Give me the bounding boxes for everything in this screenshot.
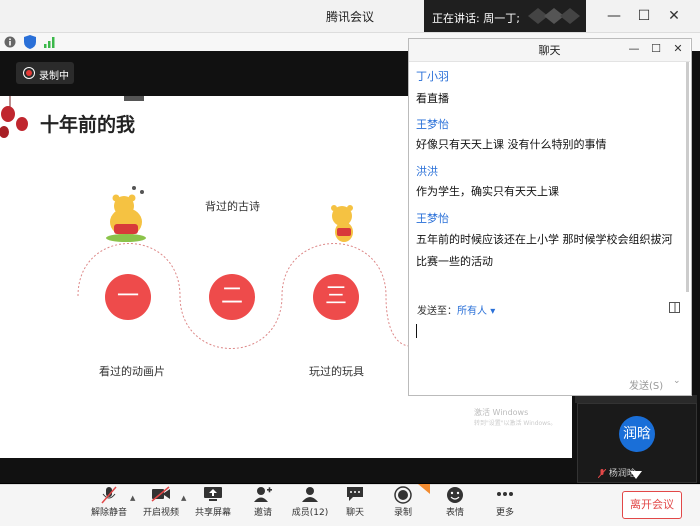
invite-user-icon [248, 486, 278, 506]
expand-down-icon[interactable] [630, 471, 642, 479]
slide-number-1: 一 [105, 274, 151, 320]
chat-sender[interactable]: 丁小羽 [416, 68, 449, 84]
slide-title: 十年前的我 [40, 114, 136, 136]
avatar: 润晗 [619, 416, 655, 452]
members-icon [290, 486, 330, 506]
mic-muted-icon [597, 468, 607, 479]
slide-label-1: 看过的动画片 [99, 365, 165, 378]
speaking-logo-icon [528, 8, 580, 24]
send-to-row: 发送至： 所有人 ▾ [409, 296, 690, 320]
slide-number-3: 三 [313, 274, 359, 320]
leave-meeting-button[interactable]: 离开会议 [622, 491, 682, 519]
send-to-select[interactable]: 所有人 ▾ [457, 302, 495, 317]
record-button[interactable]: 录制 [388, 486, 418, 524]
participant-strip [575, 395, 697, 403]
chat-sender[interactable]: 洪洪 [416, 163, 438, 179]
mute-options-caret[interactable]: ▲ [130, 494, 135, 502]
minimize-button[interactable]: — [604, 6, 624, 26]
app-title: 腾讯会议 [325, 10, 374, 24]
text-cursor [416, 324, 417, 338]
send-row: 发送(S) ⌄ [409, 372, 690, 394]
slide-label-3: 玩过的玩具 [309, 365, 364, 378]
send-button[interactable]: 发送(S) [629, 377, 663, 392]
chat-file-icon[interactable] [669, 302, 681, 314]
speaking-indicator: 正在讲话: 周一丁; [424, 0, 586, 32]
send-to-label: 发送至： [417, 306, 457, 317]
windows-watermark-detail: 转到"设置"以激活 Windows。 [474, 420, 557, 427]
chat-message: 好像只有天天上课 没有什么特别的事情 [416, 138, 607, 151]
more-dots-icon [490, 486, 520, 506]
chevron-down-icon: ▾ [490, 306, 496, 317]
chat-input[interactable] [409, 320, 690, 370]
emoji-icon [440, 486, 470, 506]
chat-message: 五年前的时候应该还在上小学 那时候学校会组织拔河比赛一些的活动 [416, 233, 673, 268]
slide-number-2: 二 [209, 274, 255, 320]
send-options-chevron-icon[interactable]: ⌄ [673, 376, 681, 386]
chat-message: 作为学生，确实只有天天上课 [416, 185, 559, 198]
recording-badge[interactable]: 录制中 [16, 62, 74, 84]
mic-muted-icon [90, 486, 128, 506]
share-screen-button[interactable]: 共享屏幕 [194, 486, 232, 524]
invite-button[interactable]: 邀请 [248, 486, 278, 524]
speaking-text: 正在讲话: 周一丁; [432, 12, 520, 25]
reactions-button[interactable]: 表情 [440, 486, 470, 524]
video-options-caret[interactable]: ▲ [181, 494, 186, 502]
chat-scrollbar[interactable] [686, 62, 689, 292]
windows-watermark-title: 激活 Windows [474, 408, 529, 417]
record-dot-icon [23, 67, 35, 79]
recording-label: 录制中 [39, 71, 69, 82]
chat-title: 聊天 [538, 44, 561, 57]
maximize-button[interactable]: ☐ [634, 6, 654, 26]
shield-icon[interactable] [24, 35, 36, 49]
video-button[interactable]: 开启视频 [142, 486, 180, 524]
chat-sender[interactable]: 王梦怡 [416, 116, 449, 132]
chat-close-button[interactable]: ✕ [671, 42, 685, 56]
record-icon [388, 486, 418, 506]
mute-button[interactable]: 解除静音 [90, 486, 128, 524]
share-screen-icon [194, 486, 232, 506]
chat-minimize-button[interactable]: — [627, 42, 641, 56]
slide-label-2: 背过的古诗 [205, 200, 260, 213]
more-button[interactable]: 更多 [490, 486, 520, 524]
info-icon[interactable] [4, 36, 16, 48]
chat-sender[interactable]: 王梦怡 [416, 210, 449, 226]
chat-button[interactable]: 聊天 [340, 486, 370, 524]
members-button[interactable]: 成员(12) [290, 486, 330, 524]
record-active-tag-icon [418, 484, 430, 494]
video-off-icon [142, 486, 180, 506]
signal-icon [44, 37, 55, 48]
chat-maximize-button[interactable]: ☐ [649, 42, 663, 56]
chat-message: 看直播 [416, 92, 449, 105]
close-button[interactable]: ✕ [664, 6, 684, 26]
chat-bubble-icon [340, 486, 370, 506]
